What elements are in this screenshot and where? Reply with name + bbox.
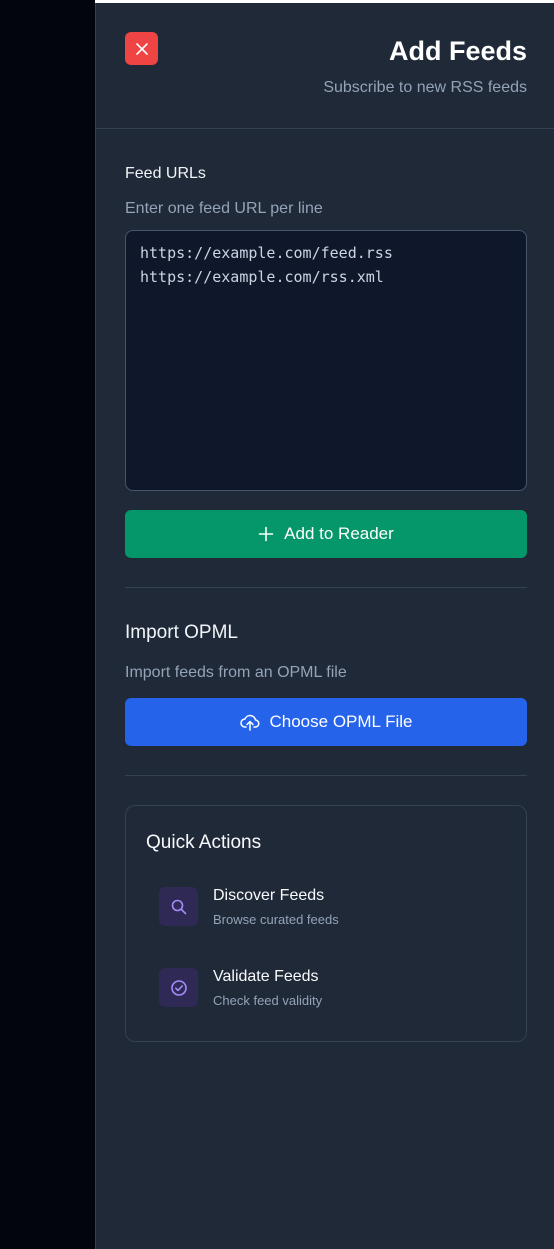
page-backdrop[interactable] — [0, 0, 95, 1249]
section-divider — [125, 587, 527, 588]
add-to-reader-button[interactable]: Add to Reader — [125, 510, 527, 558]
cloud-upload-icon — [239, 714, 259, 731]
quick-actions-title: Quick Actions — [146, 832, 262, 853]
discover-feeds-description: Browse curated feeds — [213, 912, 339, 927]
close-button[interactable] — [125, 32, 158, 65]
search-icon — [171, 899, 186, 914]
import-opml-title: Import OPML — [125, 622, 238, 643]
page-title: Add Feeds — [388, 36, 527, 66]
discover-feeds-icon-box — [159, 887, 198, 926]
add-feeds-drawer: Add Feeds Subscribe to new RSS feeds Fee… — [95, 3, 554, 1249]
choose-opml-file-label: Choose OPML File — [269, 712, 413, 731]
feed-urls-label: Feed URLs — [125, 165, 206, 182]
drawer-header: Add Feeds Subscribe to new RSS feeds — [96, 3, 554, 129]
check-circle-icon — [170, 979, 187, 996]
import-opml-hint: Import feeds from an OPML file — [125, 664, 347, 681]
add-to-reader-label: Add to Reader — [284, 524, 394, 543]
page-subtitle: Subscribe to new RSS feeds — [323, 79, 527, 96]
section-divider — [125, 775, 527, 776]
validate-feeds-icon-box — [159, 968, 198, 1007]
validate-feeds-action[interactable]: Validate Feeds Check feed validity — [159, 966, 499, 1008]
quick-actions-card: Quick Actions Discover Feeds Browse cura… — [125, 805, 527, 1042]
validate-feeds-name: Validate Feeds — [213, 968, 319, 985]
discover-feeds-action[interactable]: Discover Feeds Browse curated feeds — [159, 885, 499, 927]
close-icon — [135, 42, 148, 55]
discover-feeds-name: Discover Feeds — [213, 887, 325, 904]
feed-urls-textarea[interactable]: https://example.com/feed.rss https://exa… — [125, 230, 527, 491]
choose-opml-file-button[interactable]: Choose OPML File — [125, 698, 527, 746]
plus-icon — [258, 526, 274, 542]
validate-feeds-description: Check feed validity — [213, 993, 323, 1008]
feed-urls-hint: Enter one feed URL per line — [125, 200, 323, 217]
